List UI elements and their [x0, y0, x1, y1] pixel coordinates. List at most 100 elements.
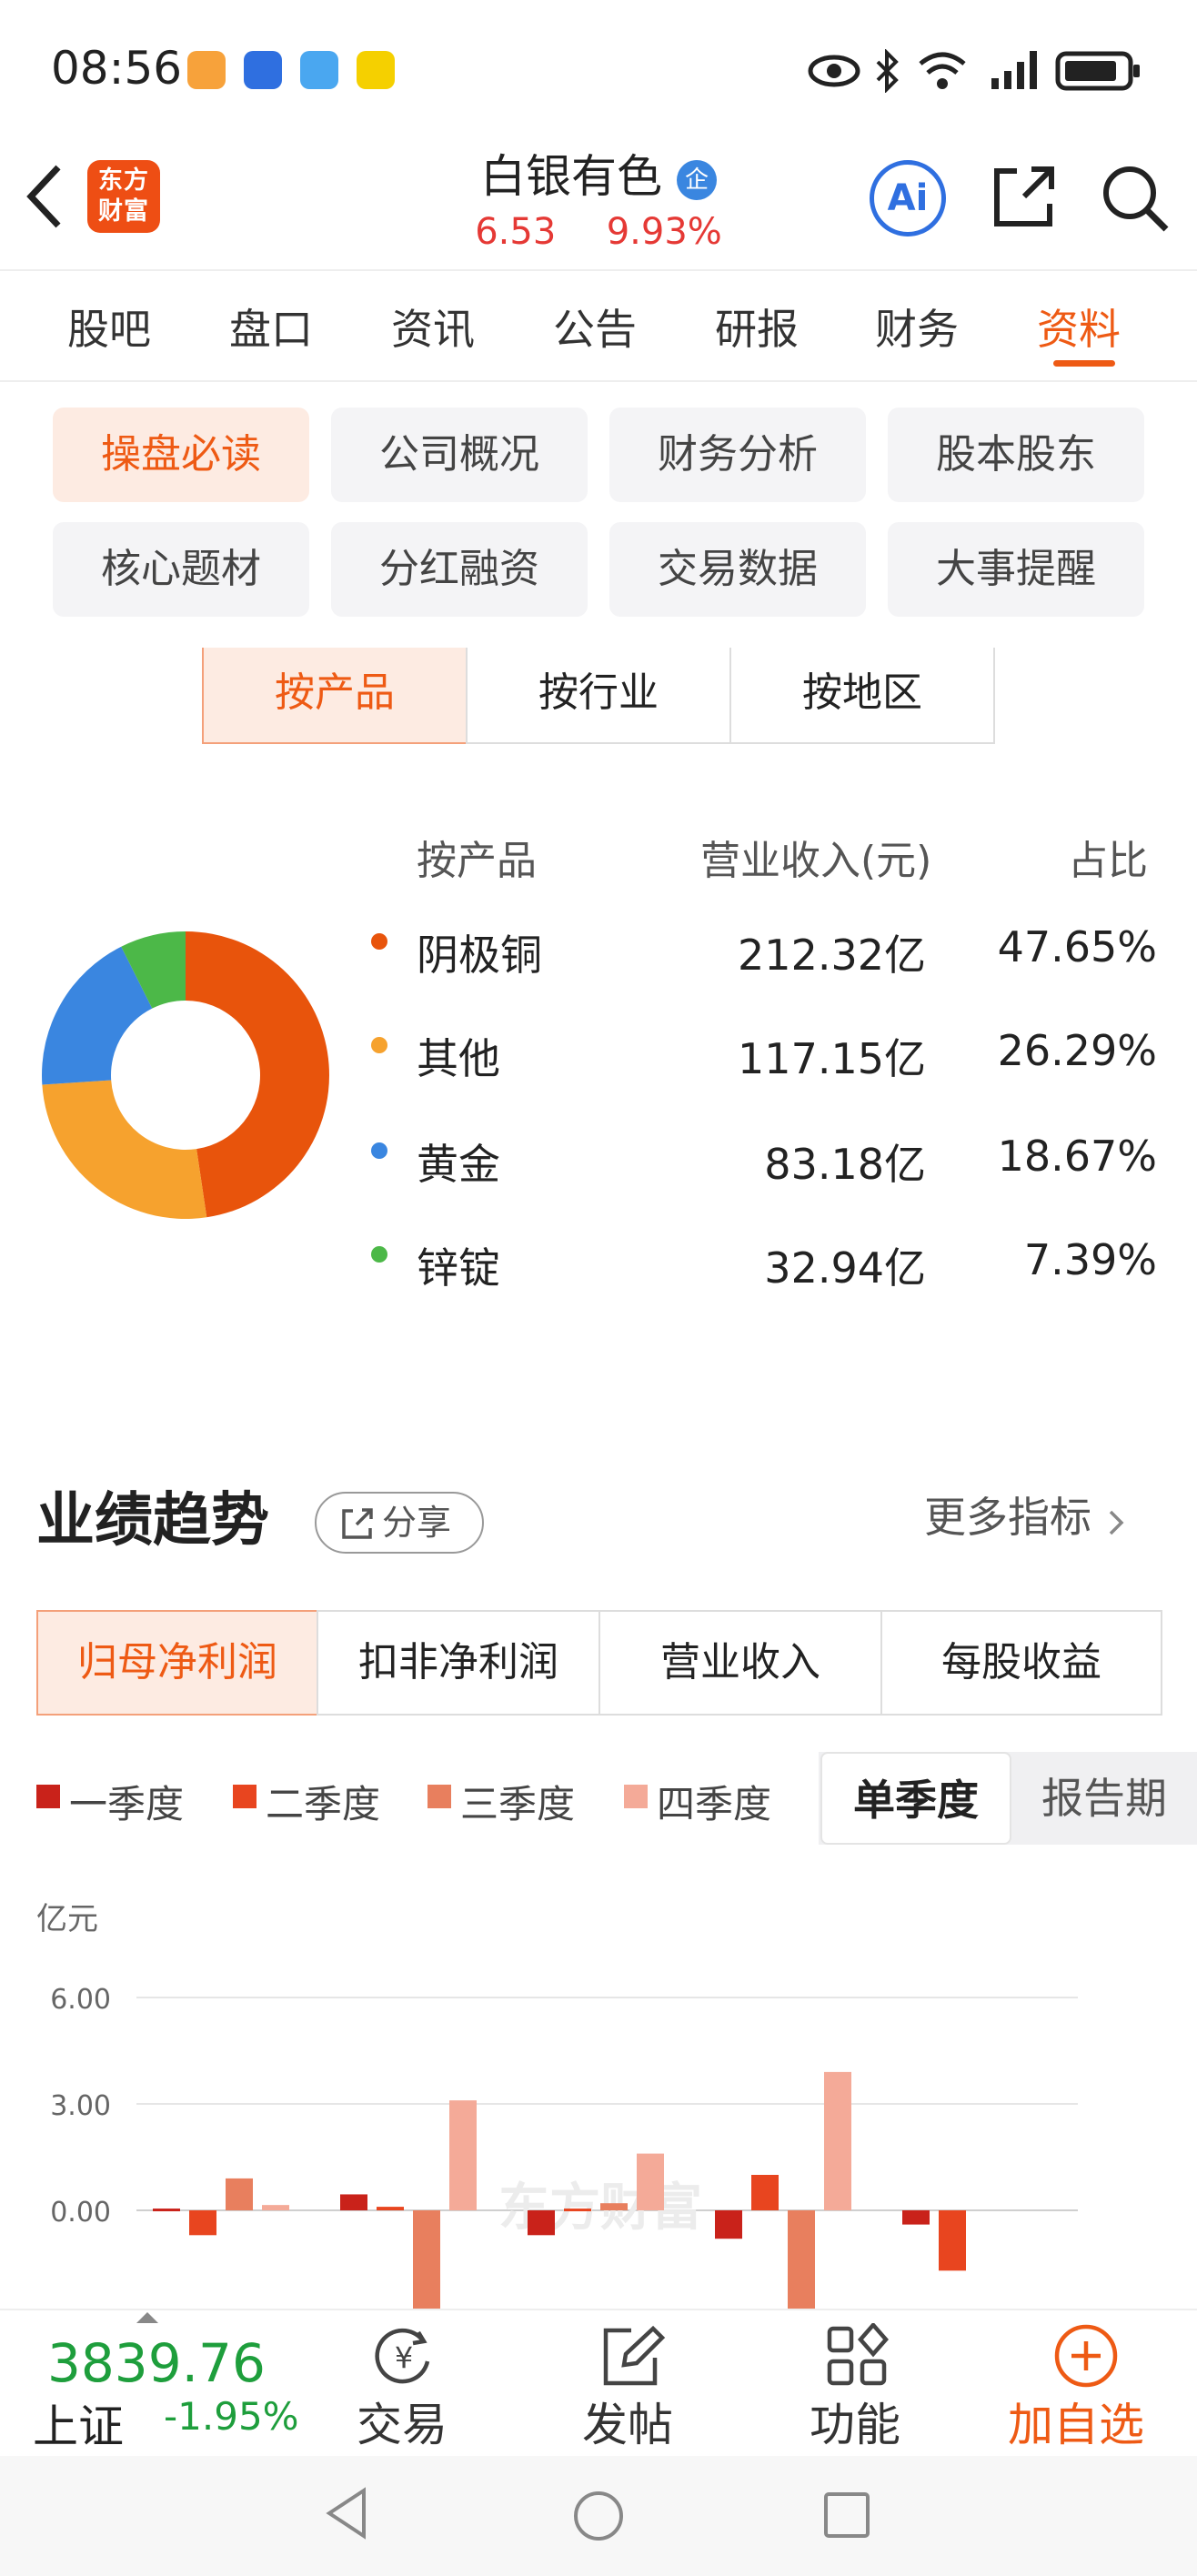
rev-row-pct: 7.39% [1023, 1235, 1157, 1284]
chip-company-overview[interactable]: 公司概况 [331, 408, 588, 502]
svg-text:¥: ¥ [395, 2340, 413, 2375]
metric-tab-revenue[interactable]: 营业收入 [598, 1610, 882, 1716]
tab-research[interactable]: 研报 [715, 297, 799, 357]
rev-row-revenue: 212.32亿 [738, 931, 926, 980]
wifi-icon [919, 52, 966, 89]
period-single-quarter[interactable]: 单季度 [820, 1752, 1011, 1845]
bar-2-2 [377, 2207, 404, 2210]
rev-row-name: 阴极铜 [417, 931, 542, 980]
rev-header-revenue: 营业收入(元) [700, 838, 932, 884]
post-icon[interactable] [598, 2323, 668, 2389]
chip-financial-analysis[interactable]: 财务分析 [609, 408, 866, 502]
nav-home-icon[interactable] [571, 2489, 626, 2543]
nav-trade-label[interactable]: 交易 [357, 2389, 448, 2454]
legend-label-q2: 二季度 [266, 1782, 381, 1826]
chip-trading-essentials[interactable]: 操盘必读 [53, 408, 309, 502]
y-tick-label: 3.00 [50, 2090, 111, 2122]
chip-shareholders[interactable]: 股本股东 [888, 408, 1144, 502]
nav-back-icon[interactable] [324, 2487, 369, 2540]
bluetooth-icon [876, 49, 899, 93]
bar-3-3 [600, 2203, 628, 2210]
rev-header-product: 按产品 [417, 838, 537, 884]
search-icon[interactable] [1099, 162, 1172, 235]
index-change: -1.95% [164, 2394, 299, 2439]
chip-core-themes[interactable]: 核心题材 [53, 522, 309, 617]
index-value[interactable]: 3839.76 [47, 2332, 266, 2394]
nav-post-label[interactable]: 发帖 [582, 2389, 673, 2454]
bar-4-1 [262, 2205, 289, 2210]
bar-2-3 [564, 2209, 591, 2212]
notification-icon [300, 51, 338, 89]
bar-3-2 [413, 2210, 440, 2310]
nav-add-watchlist-label[interactable]: 加自选 [1008, 2389, 1144, 2454]
nav-recents-icon[interactable] [822, 2490, 871, 2540]
rev-row-pct: 18.67% [997, 1132, 1157, 1181]
legend-dot [371, 933, 387, 950]
bar-1-2 [340, 2194, 367, 2210]
share-button[interactable]: 分享 [315, 1492, 484, 1554]
rev-row-pct: 26.29% [997, 1026, 1157, 1075]
tab-guba[interactable]: 股吧 [67, 297, 151, 357]
rev-row-name: 黄金 [417, 1140, 500, 1189]
segment-by-industry[interactable]: 按行业 [466, 648, 731, 744]
rev-header-share: 占比 [1068, 838, 1148, 884]
enterprise-badge: 企 [676, 159, 717, 200]
legend-swatch-q2 [233, 1785, 256, 1808]
tab-announcement[interactable]: 公告 [553, 297, 637, 357]
legend-dot [371, 1142, 387, 1159]
ai-icon: Ai [887, 177, 929, 219]
performance-bar-chart: 6.003.000.00 东方财富 [50, 1984, 1078, 2310]
signal-icon [991, 51, 1037, 89]
stock-name: 白银有色 [480, 150, 663, 203]
bar-3-4 [788, 2210, 815, 2310]
tab-pankou[interactable]: 盘口 [229, 297, 313, 357]
stock-change: 9.93% [606, 211, 722, 253]
bar-1-1 [153, 2209, 180, 2212]
donut-slice [42, 1080, 207, 1219]
rev-row-revenue: 117.15亿 [738, 1034, 926, 1083]
chart-unit-label: 亿元 [36, 1901, 98, 1937]
chip-events[interactable]: 大事提醒 [888, 522, 1144, 617]
index-name: 上证 [33, 2400, 124, 2453]
metric-tab-eps[interactable]: 每股收益 [880, 1610, 1162, 1716]
bar-2-4 [751, 2175, 779, 2210]
rev-row-name: 其他 [417, 1034, 500, 1083]
rev-row-pct: 47.65% [997, 922, 1157, 971]
segment-by-product[interactable]: 按产品 [202, 648, 468, 744]
tab-news[interactable]: 资讯 [391, 297, 475, 357]
metric-tab-deducted-profit[interactable]: 扣非净利润 [317, 1610, 600, 1716]
period-report[interactable]: 报告期 [1013, 1752, 1195, 1845]
status-time: 08:56 [51, 42, 183, 95]
bar-2-1 [189, 2210, 216, 2236]
notification-icon [357, 51, 395, 89]
nav-function-label[interactable]: 功能 [810, 2389, 900, 2454]
metric-tab-net-profit[interactable]: 归母净利润 [36, 1610, 318, 1716]
bar-4-2 [449, 2100, 477, 2210]
stock-price: 6.53 [475, 211, 557, 253]
chip-dividends[interactable]: 分红融资 [331, 522, 588, 617]
trade-icon[interactable]: ¥ [367, 2325, 440, 2389]
bar-2-5 [939, 2210, 966, 2271]
share-icon[interactable] [990, 162, 1059, 231]
chip-trading-data[interactable]: 交易数据 [609, 522, 866, 617]
tab-finance[interactable]: 财务 [875, 297, 959, 357]
function-icon[interactable] [824, 2323, 890, 2389]
rev-row-revenue: 83.18亿 [764, 1140, 926, 1189]
revenue-donut-chart [42, 931, 329, 1219]
bar-1-4 [715, 2210, 742, 2239]
ai-button[interactable]: Ai [870, 160, 946, 236]
collapse-up-icon[interactable] [135, 2310, 160, 2325]
add-watchlist-icon[interactable] [1051, 2321, 1121, 2390]
bar-4-4 [824, 2071, 851, 2210]
bar-3-1 [226, 2178, 253, 2210]
legend-label-q3: 三季度 [460, 1782, 576, 1826]
legend-dot [371, 1037, 387, 1053]
legend-swatch-q4 [624, 1785, 648, 1808]
more-indicators-link[interactable]: 更多指标 [924, 1484, 1127, 1545]
eye-icon [808, 55, 860, 87]
legend-label-q1: 一季度 [69, 1782, 185, 1826]
segment-by-region[interactable]: 按地区 [729, 648, 995, 744]
tab-profile[interactable]: 资料 [1037, 297, 1121, 357]
donut-slice [186, 931, 329, 1218]
legend-swatch-q1 [36, 1785, 60, 1808]
